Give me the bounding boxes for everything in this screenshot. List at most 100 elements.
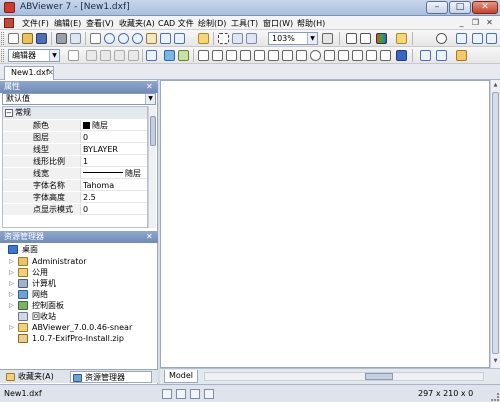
paste-icon[interactable]: [114, 50, 125, 61]
property-row[interactable]: 线型 BYLAYER: [3, 144, 147, 155]
scrollbar-thumb[interactable]: [492, 92, 499, 354]
pencil-icon[interactable]: [198, 50, 209, 61]
zoom-all-icon[interactable]: [246, 33, 257, 44]
lineweight-toggle-icon[interactable]: [204, 389, 214, 399]
circle-icon[interactable]: [310, 50, 321, 61]
dimension-icon[interactable]: [366, 50, 377, 61]
collapse-icon[interactable]: −: [5, 109, 13, 117]
open-folder-icon[interactable]: [22, 33, 33, 44]
grid-toggle-icon[interactable]: [162, 389, 172, 399]
vertical-scrollbar[interactable]: ▲ ▼: [490, 80, 500, 368]
image-icon[interactable]: [282, 50, 293, 61]
copy-icon[interactable]: [90, 33, 101, 44]
print-preview-icon[interactable]: [70, 33, 81, 44]
expand-arrow-icon[interactable]: ▷: [8, 280, 15, 287]
toolbar-grip[interactable]: [1, 32, 4, 45]
toolbar-options-icon[interactable]: [486, 33, 497, 44]
chevron-down-icon[interactable]: ▼: [145, 94, 155, 104]
property-value[interactable]: 2.5: [83, 192, 147, 203]
menu-view[interactable]: 查看(V): [86, 18, 114, 29]
property-value[interactable]: 0: [83, 132, 147, 143]
mdi-close-button[interactable]: ✕: [484, 18, 495, 28]
app-icon[interactable]: [4, 2, 15, 13]
chevron-down-icon[interactable]: ▼: [49, 50, 59, 61]
menu-tools[interactable]: 工具(T): [231, 18, 258, 29]
black-background-icon[interactable]: [346, 33, 357, 44]
scrollbar-thumb[interactable]: [365, 373, 393, 380]
menu-file[interactable]: 文件(F): [22, 18, 49, 29]
group-row-general[interactable]: − 常规: [3, 107, 147, 119]
move-icon[interactable]: [420, 50, 431, 61]
line-icon[interactable]: [212, 50, 223, 61]
expand-arrow-icon[interactable]: ▷: [8, 291, 15, 298]
print-icon[interactable]: [56, 33, 67, 44]
show-points-icon[interactable]: [456, 33, 467, 44]
arc-3point-icon[interactable]: [338, 50, 349, 61]
layer-manager-icon[interactable]: [164, 50, 175, 61]
drawing-canvas[interactable]: [160, 80, 490, 368]
menu-favorites[interactable]: 收藏夹(A): [119, 18, 155, 29]
color-mode-icon[interactable]: [376, 33, 387, 44]
zoom-in-icon[interactable]: [104, 33, 115, 44]
rotate-icon[interactable]: [436, 50, 447, 61]
select-icon[interactable]: [218, 33, 229, 44]
property-row[interactable]: 颜色 随层: [3, 120, 147, 131]
zoom-out-icon[interactable]: [118, 33, 129, 44]
property-value[interactable]: 0: [83, 204, 147, 215]
editor-mode-combo[interactable]: 编辑器 ▼: [8, 49, 60, 62]
property-row[interactable]: 字体高度 2.5: [3, 192, 147, 203]
scrollbar-thumb[interactable]: [150, 116, 156, 146]
property-value[interactable]: Tahoma: [83, 180, 147, 191]
close-icon[interactable]: ✕: [146, 231, 155, 242]
tab-explorer[interactable]: 资源管理器: [70, 371, 152, 383]
property-value[interactable]: 随层: [83, 120, 147, 131]
polyline-icon[interactable]: [226, 50, 237, 61]
expand-arrow-icon[interactable]: ▷: [8, 258, 15, 265]
find-icon[interactable]: [146, 50, 157, 61]
expand-arrow-icon[interactable]: ▷: [8, 302, 15, 309]
tab-close-icon[interactable]: ✕: [46, 68, 55, 77]
resize-grip-icon[interactable]: [491, 393, 499, 401]
copy-icon[interactable]: [100, 50, 111, 61]
fit-to-window-icon[interactable]: [198, 33, 209, 44]
measure-icon[interactable]: [436, 33, 447, 44]
property-row[interactable]: 线宽 随层: [3, 168, 147, 179]
tab-favorites[interactable]: 收藏夹(A): [4, 371, 68, 383]
property-scrollbar[interactable]: [148, 106, 156, 228]
leader-icon[interactable]: [380, 50, 391, 61]
snap-toggle-icon[interactable]: [176, 389, 186, 399]
expand-arrow-icon[interactable]: ▷: [8, 324, 15, 331]
undo-icon[interactable]: [68, 50, 79, 61]
property-row[interactable]: 图层 0: [3, 132, 147, 143]
rectangle-icon[interactable]: [296, 50, 307, 61]
property-row[interactable]: 线形比例 1: [3, 156, 147, 167]
mdi-restore-button[interactable]: ❐: [470, 18, 481, 28]
tab-model[interactable]: Model: [164, 370, 198, 383]
property-row[interactable]: 点显示模式 0: [3, 204, 147, 215]
mdi-minimize-button[interactable]: _: [456, 18, 467, 28]
cut-icon[interactable]: [86, 50, 97, 61]
close-icon[interactable]: ✕: [146, 81, 155, 92]
spline-icon[interactable]: [352, 50, 363, 61]
menu-help[interactable]: 帮助(H): [297, 18, 325, 29]
expand-arrow-icon[interactable]: ▷: [8, 269, 15, 276]
zoom-real-icon[interactable]: [232, 33, 243, 44]
snap-icon[interactable]: [396, 50, 407, 61]
pointer-icon[interactable]: [456, 50, 467, 61]
white-background-icon[interactable]: [360, 33, 371, 44]
document-icon[interactable]: [4, 18, 14, 28]
show-lineweight-icon[interactable]: [472, 33, 483, 44]
object-selector[interactable]: 默认值 ▼: [2, 93, 156, 105]
property-value[interactable]: 1: [83, 156, 147, 167]
delete-icon[interactable]: [128, 50, 139, 61]
hatch-icon[interactable]: [268, 50, 279, 61]
arc-icon[interactable]: [324, 50, 335, 61]
zoom-previous-icon[interactable]: [160, 33, 171, 44]
chevron-down-icon[interactable]: ▼: [307, 33, 317, 44]
menu-edit[interactable]: 编辑(E): [54, 18, 81, 29]
point-icon[interactable]: [254, 50, 265, 61]
property-value[interactable]: BYLAYER: [83, 144, 147, 155]
menu-cad-file[interactable]: CAD 文件: [158, 18, 194, 29]
close-button[interactable]: ✕: [472, 1, 498, 14]
horizontal-scrollbar[interactable]: [204, 372, 484, 381]
